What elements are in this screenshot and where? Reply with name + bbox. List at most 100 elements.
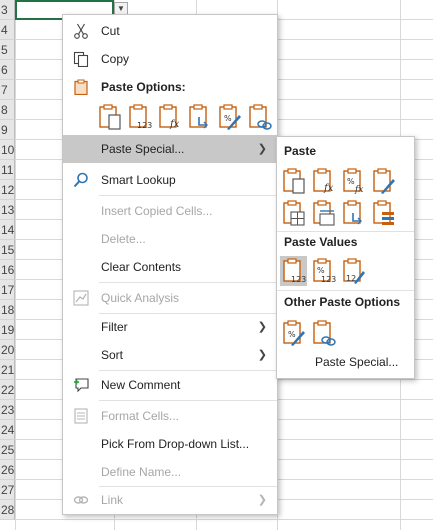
svg-text:fx: fx (354, 185, 363, 195)
row-header[interactable]: 24 (0, 420, 15, 440)
row-header[interactable]: 19 (0, 320, 15, 340)
row-header[interactable]: 7 (0, 80, 15, 100)
smart-lookup-icon (73, 172, 88, 188)
row-header[interactable]: 8 (0, 100, 15, 120)
svg-text:123: 123 (321, 275, 336, 284)
cut-label: Cut (101, 24, 120, 38)
scissors-icon (74, 23, 88, 39)
menu-item-cut[interactable]: Cut (63, 17, 277, 45)
paste-link-icon[interactable] (311, 319, 337, 347)
paste-options-label: Paste Options: (101, 80, 186, 94)
row-header[interactable]: 21 (0, 360, 15, 380)
row-header[interactable]: 14 (0, 220, 15, 240)
row-header[interactable]: 23 (0, 400, 15, 420)
submenu-arrow-icon: ❯ (257, 494, 267, 506)
menu-separator (99, 195, 277, 196)
menu-item-sort[interactable]: Sort ❯ (63, 341, 277, 369)
row-header[interactable]: 27 (0, 480, 15, 500)
row-header[interactable]: 5 (0, 40, 15, 60)
paste-icon[interactable] (281, 167, 307, 195)
paste-values-number-formatting-icon[interactable]: % 123 (311, 257, 337, 285)
svg-text:fx: fx (323, 183, 334, 194)
paste-keep-source-formatting-icon[interactable] (371, 167, 397, 195)
paste-formulas-icon[interactable]: fx (311, 167, 337, 195)
row-header[interactable]: 12 (0, 180, 15, 200)
paste-merge-conditional-formatting-icon[interactable] (371, 199, 397, 227)
row-header[interactable]: 25 (0, 440, 15, 460)
new-comment-label: New Comment (101, 378, 181, 392)
paste-no-borders-icon[interactable] (281, 199, 307, 227)
menu-item-filter[interactable]: Filter ❯ (63, 313, 277, 341)
pick-from-list-label: Pick From Drop-down List... (101, 437, 250, 451)
row-header[interactable]: 18 (0, 300, 15, 320)
paste-transpose-icon[interactable] (187, 103, 213, 131)
submenu-separator (277, 290, 414, 291)
row-header[interactable]: 4 (0, 20, 15, 40)
paste-formulas-number-formatting-icon[interactable]: % fx (341, 167, 367, 195)
svg-text:%: % (224, 114, 232, 123)
row-header[interactable]: 3 (0, 0, 15, 20)
paste-special-link[interactable]: Paste Special... (315, 355, 398, 369)
row-header[interactable]: 11 (0, 160, 15, 180)
paste-special-label: Paste Special... (101, 142, 185, 156)
paste-formatting-icon[interactable]: % (281, 319, 307, 347)
paste-values-icon[interactable]: 123 (281, 257, 307, 285)
menu-item-insert-copied-cells[interactable]: Insert Copied Cells... (63, 197, 277, 225)
menu-item-copy[interactable]: Copy (63, 45, 277, 73)
row-header[interactable]: 6 (0, 60, 15, 80)
define-name-label: Define Name... (101, 465, 182, 479)
submenu-arrow-icon: ❯ (257, 143, 267, 155)
clipboard-icon (74, 79, 88, 95)
other-paste-options-header: Other Paste Options (284, 295, 401, 309)
paste-transpose-icon[interactable] (341, 199, 367, 227)
row-header[interactable]: 13 (0, 200, 15, 220)
submenu-arrow-icon: ❯ (257, 321, 267, 333)
menu-item-define-name[interactable]: Define Name... (63, 458, 277, 486)
link-icon (73, 496, 89, 504)
row-gridline (15, 519, 433, 520)
menu-item-pick-from-list[interactable]: Pick From Drop-down List... (63, 430, 277, 458)
menu-item-delete[interactable]: Delete... (63, 225, 277, 253)
paste-values-icon[interactable]: 123 (127, 103, 153, 131)
row-header[interactable]: 26 (0, 460, 15, 480)
menu-separator (99, 282, 277, 283)
clear-contents-label: Clear Contents (101, 260, 182, 274)
paste-section-header: Paste (284, 144, 317, 158)
row-header[interactable]: 17 (0, 280, 15, 300)
paste-link-icon[interactable] (247, 103, 273, 131)
paste-options-row: 123 fx % (97, 103, 277, 135)
paste-values-source-formatting-icon[interactable]: 12 (341, 257, 367, 285)
menu-item-new-comment[interactable]: New Comment (63, 371, 277, 399)
paste-icon[interactable] (97, 103, 123, 131)
submenu-arrow-icon: ❯ (257, 349, 267, 361)
format-cells-label: Format Cells... (101, 409, 180, 423)
svg-text:%: % (288, 330, 296, 339)
delete-label: Delete... (101, 232, 146, 246)
menu-item-link[interactable]: Link ❯ (63, 486, 277, 514)
row-header[interactable]: 10 (0, 140, 15, 160)
filter-label: Filter (101, 320, 128, 334)
copy-icon (73, 51, 89, 67)
row-header[interactable]: 22 (0, 380, 15, 400)
menu-item-clear-contents[interactable]: Clear Contents (63, 253, 277, 281)
row-header[interactable]: 16 (0, 260, 15, 280)
menu-item-quick-analysis[interactable]: Quick Analysis (63, 284, 277, 312)
menu-item-paste-special[interactable]: Paste Special... ❯ (63, 135, 277, 163)
paste-formatting-icon[interactable]: % (217, 103, 243, 131)
context-menu: Cut Copy Paste Options: 123 fx % Paste S… (62, 14, 278, 515)
paste-keep-column-widths-icon[interactable] (311, 199, 337, 227)
svg-text:%: % (317, 266, 325, 275)
insert-copied-cells-label: Insert Copied Cells... (101, 204, 213, 218)
svg-text:123: 123 (291, 275, 306, 284)
menu-item-format-cells[interactable]: Format Cells... (63, 402, 277, 430)
paste-formulas-icon[interactable]: fx (157, 103, 183, 131)
row-header[interactable]: 15 (0, 240, 15, 260)
quick-analysis-label: Quick Analysis (101, 291, 180, 305)
new-comment-icon (74, 378, 89, 393)
paste-special-submenu: Paste fx % fx Paste Values 123 % 123 12 … (276, 136, 415, 379)
format-cells-icon (74, 408, 88, 424)
row-header[interactable]: 20 (0, 340, 15, 360)
row-header[interactable]: 28 (0, 500, 15, 520)
menu-item-smart-lookup[interactable]: Smart Lookup (63, 166, 277, 194)
row-header[interactable]: 9 (0, 120, 15, 140)
